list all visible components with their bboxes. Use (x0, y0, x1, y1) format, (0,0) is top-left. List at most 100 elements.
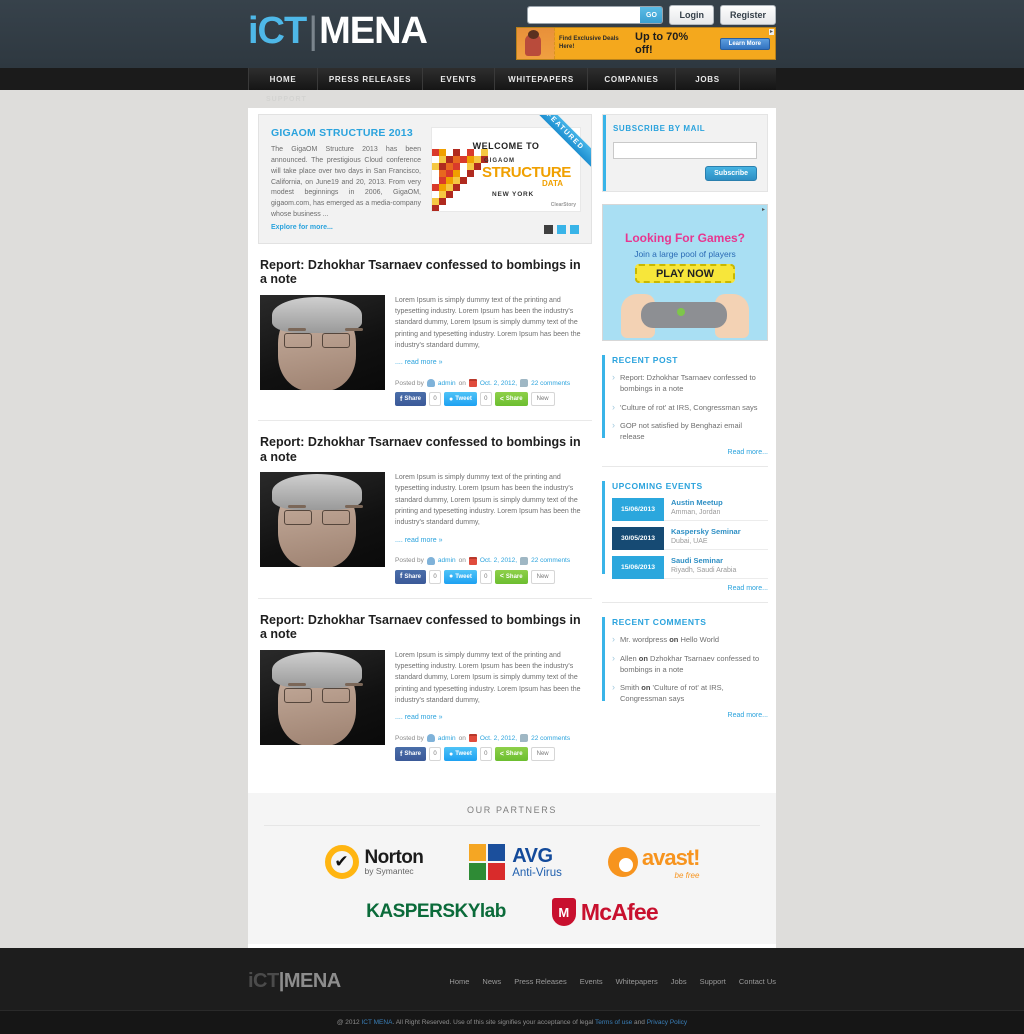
recent-post-item[interactable]: GOP not satisfied by Benghazi email rele… (612, 420, 768, 443)
recent-comment-item[interactable]: Mr. wordpress on Hello World (612, 634, 768, 645)
search-input[interactable] (528, 7, 640, 23)
featured-title[interactable]: GIGAOM STRUCTURE 2013 (271, 127, 421, 139)
article-author[interactable]: admin (438, 380, 456, 387)
ad-info-icon[interactable]: ▸ (769, 29, 774, 35)
article-read-more-link[interactable]: .... read more » (395, 359, 442, 366)
footer-nav-home[interactable]: Home (449, 977, 469, 986)
recent-post-read-more[interactable]: Read more... (612, 449, 768, 456)
recent-post-item[interactable]: Report: Dzhokhar Tsarnaev confessed to b… (612, 372, 768, 395)
slider-dot-3[interactable] (570, 225, 579, 234)
search-box[interactable]: GO (527, 6, 663, 24)
event-name[interactable]: Saudi Seminar (671, 556, 768, 565)
subscribe-email-input[interactable] (613, 142, 757, 159)
footer-nav-contact-us[interactable]: Contact Us (739, 977, 776, 986)
article-date[interactable]: Oct. 2, 2012, (480, 380, 517, 387)
nav-item-companies[interactable]: COMPANIES (588, 68, 676, 90)
twitter-tweet-button[interactable]: ● Tweet (444, 570, 477, 584)
sidebar-banner-ad[interactable]: ▸ Looking For Games? Join a large pool o… (602, 204, 768, 341)
nav-item-jobs[interactable]: JOBS (676, 68, 740, 90)
ad-learn-more-button[interactable]: Learn More (720, 38, 770, 50)
event-name[interactable]: Kaspersky Seminar (671, 527, 768, 536)
subscribe-button[interactable]: Subscribe (705, 166, 757, 181)
footer-nav-support[interactable]: Support (700, 977, 726, 986)
article-comment-count[interactable]: 22 comments (531, 380, 570, 387)
facebook-share-button[interactable]: f Share (395, 392, 426, 406)
event-row[interactable]: 15/06/2013 Austin Meetup Amman, Jordan (612, 498, 768, 521)
login-button[interactable]: Login (669, 5, 714, 25)
twitter-tweet-button[interactable]: ● Tweet (444, 747, 477, 761)
article-author[interactable]: admin (438, 557, 456, 564)
site-logo[interactable]: iCT|MENA (248, 10, 427, 53)
slider-dot-1[interactable] (544, 225, 553, 234)
share-row: f Share 0 ● Tweet 0 < Share New (395, 747, 590, 761)
article-author[interactable]: admin (438, 735, 456, 742)
search-go-button[interactable]: GO (640, 7, 662, 23)
article-thumbnail[interactable] (260, 650, 385, 745)
article-read-more-link[interactable]: .... read more » (395, 714, 442, 721)
featured-explore-link[interactable]: Explore for more... (271, 224, 421, 231)
privacy-link[interactable]: Privacy Policy (647, 1019, 687, 1026)
partner-logo-avast[interactable]: avast! be free (608, 845, 700, 880)
breadcrumb-bar: SUPPORT (248, 90, 776, 108)
footer-nav-jobs[interactable]: Jobs (671, 977, 687, 986)
comments-read-more[interactable]: Read more... (612, 712, 768, 719)
recent-comment-item[interactable]: Smith on 'Culture of rot' at IRS, Congre… (612, 682, 768, 705)
mcafee-shield-icon: M (552, 898, 576, 926)
facebook-share-button[interactable]: f Share (395, 570, 426, 584)
article-title[interactable]: Report: Dzhokhar Tsarnaev confessed to b… (260, 258, 590, 287)
events-read-more[interactable]: Read more... (612, 585, 768, 592)
event-name[interactable]: Austin Meetup (671, 498, 768, 507)
partner-logo-kaspersky[interactable]: KASPERSKY lab (366, 901, 506, 923)
article-item: Report: Dzhokhar Tsarnaev confessed to b… (258, 599, 592, 775)
nav-item-whitepapers[interactable]: WHITEPAPERS (495, 68, 588, 90)
article-excerpt: Lorem Ipsum is simply dummy text of the … (395, 472, 590, 529)
featured-banner-image[interactable]: WELCOME TO GIGAOM STRUCTURE DATA NEW YOR… (431, 127, 581, 212)
article-comment-count[interactable]: 22 comments (531, 557, 570, 564)
google-share-button[interactable]: < Share (495, 570, 528, 584)
partner-logo-norton[interactable]: ✔ Norton by Symantec (325, 845, 424, 879)
slider-dots[interactable] (544, 225, 579, 234)
event-date: 15/06/2013 (612, 556, 664, 579)
featured-body: The GigaOM Structure 2013 has been annou… (271, 145, 421, 221)
article-thumbnail[interactable] (260, 472, 385, 567)
copyright-mid: . All Right Reserved. Use of this site s… (392, 1019, 595, 1026)
google-share-button[interactable]: < Share (495, 747, 528, 761)
copyright-brand-link[interactable]: ICT MENA (361, 1019, 392, 1026)
article-read-more-link[interactable]: .... read more » (395, 537, 442, 544)
terms-link[interactable]: Terms of use (595, 1019, 632, 1026)
event-row[interactable]: 15/06/2013 Saudi Seminar Riyadh, Saudi Ara… (612, 556, 768, 579)
partner-logo-mcafee[interactable]: M McAfee (552, 898, 658, 926)
nav-item-press-releases[interactable]: PRESS RELEASES (318, 68, 423, 90)
event-row[interactable]: 30/05/2013 Kaspersky Seminar Dubai, UAE (612, 527, 768, 550)
article-thumbnail[interactable] (260, 295, 385, 390)
register-button[interactable]: Register (720, 5, 776, 25)
slider-dot-2[interactable] (557, 225, 566, 234)
main-column: GIGAOM STRUCTURE 2013 The GigaOM Structu… (258, 114, 592, 775)
comment-icon (520, 379, 528, 387)
sidebar-ad-play-button[interactable]: PLAY NOW (635, 264, 735, 283)
gamepad-button-icon (677, 308, 685, 316)
facebook-share-button[interactable]: f Share (395, 747, 426, 761)
footer-nav-events[interactable]: Events (580, 977, 603, 986)
article-date[interactable]: Oct. 2, 2012, (480, 557, 517, 564)
nav-item-home[interactable]: HOME (248, 68, 318, 90)
sidebar-ad-info-icon[interactable]: ▸ (762, 206, 765, 213)
article-title[interactable]: Report: Dzhokhar Tsarnaev confessed to b… (260, 613, 590, 642)
header-banner-ad[interactable]: Find Exclusive Deals Here! Up to 70% off… (516, 27, 776, 60)
twitter-tweet-button[interactable]: ● Tweet (444, 392, 477, 406)
article-title[interactable]: Report: Dzhokhar Tsarnaev confessed to b… (260, 435, 590, 464)
footer-logo-ict: iCT (248, 970, 279, 992)
recent-post-item[interactable]: 'Culture of rot' at IRS, Congressman say… (612, 402, 768, 413)
footer-nav-whitepapers[interactable]: Whitepapers (616, 977, 658, 986)
footer-nav-press-releases[interactable]: Press Releases (514, 977, 567, 986)
recent-comment-item[interactable]: Allen on Dzhokhar Tsarnaev confessed to … (612, 653, 768, 676)
recent-post-title: RECENT POST (612, 355, 768, 365)
article-comment-count[interactable]: 22 comments (531, 735, 570, 742)
partner-logo-avg[interactable]: AVG Anti-Virus (469, 844, 562, 880)
footer-nav-news[interactable]: News (482, 977, 501, 986)
norton-check-icon: ✔ (325, 845, 359, 879)
nav-item-events[interactable]: EVENTS (423, 68, 495, 90)
article-date[interactable]: Oct. 2, 2012, (480, 735, 517, 742)
google-share-button[interactable]: < Share (495, 392, 528, 406)
footer-logo[interactable]: iCT|MENA (248, 970, 341, 993)
